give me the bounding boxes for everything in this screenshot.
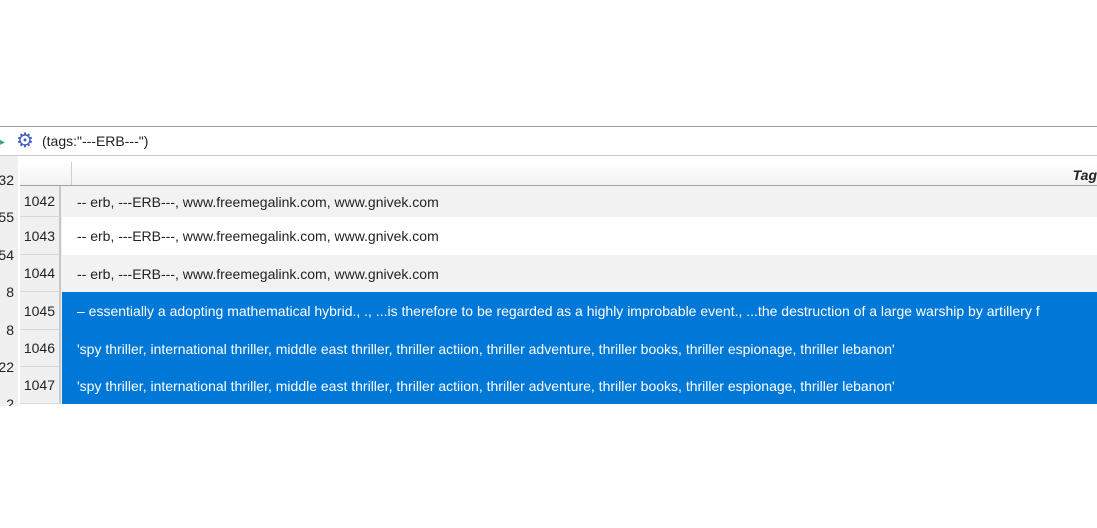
header-corner: [20, 162, 72, 185]
tags-cell[interactable]: 'spy thriller, international thriller, m…: [62, 330, 1097, 367]
table-row[interactable]: 1044 -- erb, ---ERB---, www.freemegalink.…: [20, 255, 1097, 292]
row-number[interactable]: 1045: [20, 292, 61, 330]
table-row[interactable]: 1042 -- erb, ---ERB---, www.freemegalink.…: [20, 186, 1097, 217]
row-number[interactable]: 1046: [20, 330, 61, 367]
tags-cell[interactable]: -- erb, ---ERB---, www.freemegalink.com,…: [62, 255, 1097, 292]
tags-cell[interactable]: -- erb, ---ERB---, www.freemegalink.com,…: [62, 217, 1097, 255]
column-header-tags[interactable]: Tag: [1073, 167, 1097, 183]
row-number[interactable]: 1044: [20, 255, 61, 292]
count: 2: [6, 396, 14, 406]
table-row[interactable]: 1043 -- erb, ---ERB---, www.freemegalink.…: [20, 217, 1097, 255]
count: 8: [6, 322, 14, 338]
count: 8: [6, 284, 14, 300]
count: 32: [0, 172, 14, 188]
row-number[interactable]: 1042: [20, 186, 61, 217]
search-query[interactable]: (tags:"---ERB---"): [42, 133, 148, 149]
gear-icon[interactable]: ⚙: [16, 131, 36, 151]
divider: [0, 155, 1097, 156]
table-row[interactable]: 1046'spy thriller, international thrille…: [20, 330, 1097, 367]
row-number[interactable]: 1043: [20, 217, 61, 255]
results-table: Tag 1042 -- erb, ---ERB---, www.freemegal…: [20, 162, 1097, 404]
tags-cell[interactable]: – essentially a adopting mathematical hy…: [62, 292, 1097, 330]
arrow-icon: ▸: [0, 137, 6, 148]
search-filter-bar[interactable]: ▸ ⚙ (tags:"---ERB---"): [0, 127, 1097, 155]
count: 54: [0, 247, 14, 263]
tags-cell[interactable]: -- erb, ---ERB---, www.freemegalink.com,…: [62, 186, 1097, 217]
count: 55: [0, 209, 14, 225]
tags-cell[interactable]: 'spy thriller, international thriller, m…: [62, 367, 1097, 404]
left-pane-counts: 32 55 54 8 8 22 2: [0, 156, 18, 406]
table-header: Tag: [20, 162, 1097, 186]
table-row[interactable]: 1047'spy thriller, international thrille…: [20, 367, 1097, 404]
row-number[interactable]: 1047: [20, 367, 61, 404]
table-row[interactable]: 1045– essentially a adopting mathematica…: [20, 292, 1097, 330]
count: 22: [0, 359, 14, 375]
